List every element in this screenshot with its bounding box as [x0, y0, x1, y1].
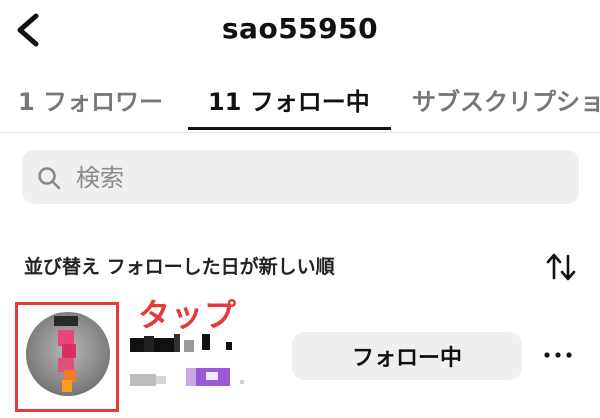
sort-arrows-icon [546, 253, 576, 281]
tab-subscriptions[interactable]: サブスクリプション [412, 82, 600, 122]
tap-annotation: タップ [138, 296, 238, 334]
top-bar: sao55950 [0, 0, 600, 62]
tab-following[interactable]: 11 フォロー中 [208, 82, 370, 122]
sort-button[interactable] [544, 250, 578, 284]
sort-row: 並び替え フォローした日が新しい順 [24, 252, 584, 282]
search-bar[interactable] [22, 150, 579, 204]
more-options-button[interactable] [540, 342, 576, 368]
page-title: sao55950 [221, 12, 379, 45]
username-redacted[interactable] [130, 332, 250, 354]
ellipsis-icon [544, 352, 572, 358]
subtitle-redacted [130, 368, 244, 386]
following-button[interactable]: フォロー中 [292, 332, 522, 380]
list-item: タップ フォロー中 [0, 296, 600, 418]
tab-bar: 1 フォロワー 11 フォロー中 サブスクリプション [0, 72, 600, 133]
sort-label: 並び替え フォローした日が新しい順 [24, 256, 335, 278]
tab-followers[interactable]: 1 フォロワー [18, 82, 163, 122]
tap-highlight-box [15, 302, 119, 412]
active-tab-indicator [188, 127, 391, 130]
search-icon [38, 167, 61, 190]
search-input[interactable] [74, 158, 558, 198]
